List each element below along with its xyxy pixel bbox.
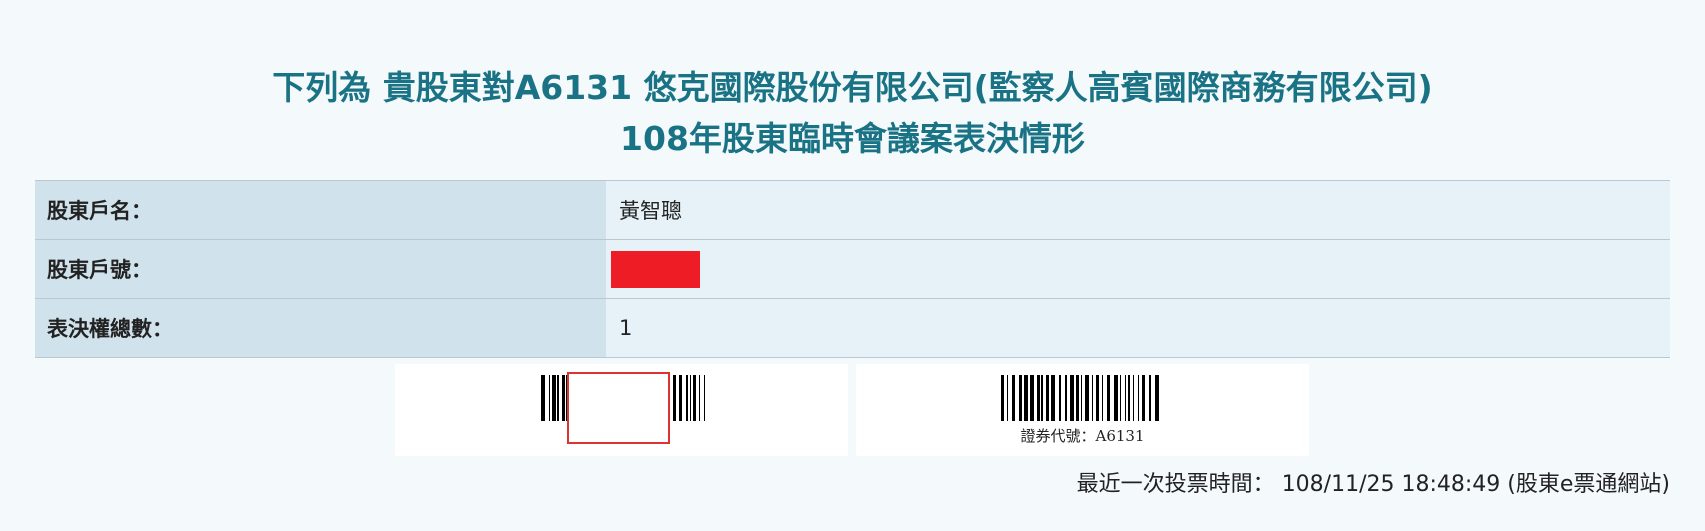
page-title-line-1: 下列為 貴股東對A6131 悠克國際股份有限公司(監察人高賓國際商務有限公司) bbox=[272, 68, 1433, 107]
shareholder-name-value: 黃智聰 bbox=[606, 180, 1670, 240]
shareholder-account-value bbox=[606, 239, 1670, 299]
shareholder-account-label: 股東戶號： bbox=[35, 239, 606, 299]
shareholder-barcode-panel bbox=[395, 364, 848, 456]
page-title-line-2: 108年股東臨時會議案表決情形 bbox=[620, 119, 1085, 158]
stock-code-caption: 證券代號：A6131 bbox=[1020, 427, 1145, 445]
total-votes-value: 1 bbox=[606, 298, 1670, 358]
total-votes-label: 表決權總數： bbox=[35, 298, 606, 358]
shareholder-info-table: 股東戶名： 黃智聰 股東戶號： 表決權總數： 1 bbox=[35, 180, 1670, 358]
stock-code-barcode-panel: 證券代號：A6131 bbox=[856, 364, 1309, 456]
last-vote-time: 最近一次投票時間： 108/11/25 18:48:49 (股東e票通網站) bbox=[1077, 466, 1670, 498]
stock-code-barcode bbox=[1001, 375, 1163, 421]
barcode-bar bbox=[704, 375, 705, 421]
barcode-bar bbox=[1159, 375, 1163, 421]
redaction-block bbox=[611, 250, 700, 288]
barcode-redaction-box bbox=[567, 372, 670, 444]
row-shareholder-name: 股東戶名： 黃智聰 bbox=[35, 180, 1670, 240]
row-shareholder-account: 股東戶號： bbox=[35, 239, 1670, 299]
last-vote-time-value: 108/11/25 18:48:49 (股東e票通網站) bbox=[1281, 472, 1670, 497]
shareholder-name-label: 股東戶名： bbox=[35, 180, 606, 240]
row-total-votes: 表決權總數： 1 bbox=[35, 298, 1670, 358]
last-vote-time-label: 最近一次投票時間： bbox=[1076, 472, 1275, 497]
